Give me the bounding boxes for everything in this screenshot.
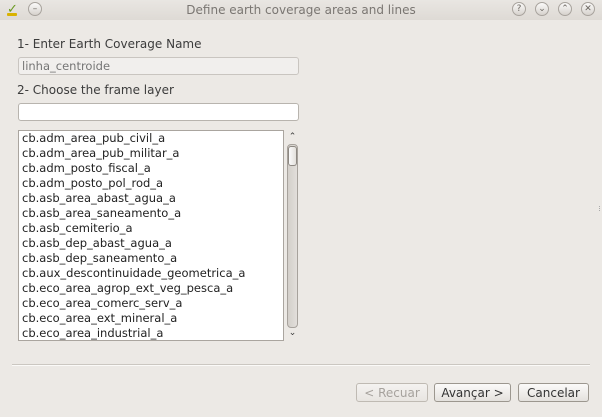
coverage-name-label: 1- Enter Earth Coverage Name [17,37,202,51]
close-icon[interactable]: ✕ [581,2,595,16]
list-item[interactable]: cb.asb_area_saneamento_a [19,206,283,221]
layer-list-scrollbar[interactable]: ⌃ ⌄ [285,131,300,340]
back-button[interactable]: < Recuar [356,383,428,402]
maximize-icon[interactable]: ⌃ [558,2,572,16]
next-button[interactable]: Avançar > [434,383,511,402]
list-item[interactable]: cb.adm_area_pub_civil_a [19,131,283,146]
list-item[interactable]: cb.aux_descontinuidade_geometrica_a [19,266,283,281]
coverage-name-input[interactable] [18,57,299,75]
scroll-thumb[interactable] [288,146,297,166]
list-item[interactable]: cb.adm_posto_pol_rod_a [19,176,283,191]
list-item[interactable]: cb.adm_posto_fiscal_a [19,161,283,176]
scroll-up-icon[interactable]: ⌃ [285,131,300,143]
list-item[interactable]: cb.asb_area_abast_agua_a [19,191,283,206]
frame-layer-input[interactable] [18,103,299,121]
layer-list[interactable]: cb.adm_area_pub_civil_a cb.adm_area_pub_… [18,130,284,341]
scroll-down-icon[interactable]: ⌄ [285,327,300,339]
list-item[interactable]: cb.asb_cemiterio_a [19,221,283,236]
list-item[interactable]: cb.asb_dep_saneamento_a [19,251,283,266]
list-item[interactable]: cb.eco_area_agrop_ext_veg_pesca_a [19,281,283,296]
help-icon[interactable]: ? [512,2,526,16]
list-item[interactable]: cb.eco_area_comerc_serv_a [19,296,283,311]
list-item[interactable]: cb.eco_area_industrial_a [19,326,283,340]
scroll-track[interactable] [287,144,298,328]
list-item[interactable]: cb.adm_area_pub_militar_a [19,146,283,161]
cancel-button[interactable]: Cancelar [518,383,589,402]
list-item[interactable]: cb.eco_area_ext_mineral_a [19,311,283,326]
minimize-icon[interactable]: ⌄ [535,2,549,16]
list-item[interactable]: cb.asb_dep_abast_agua_a [19,236,283,251]
frame-layer-label: 2- Choose the frame layer [17,83,174,97]
button-separator [12,364,590,366]
title-bar: ✓ – Define earth coverage areas and line… [0,0,602,20]
